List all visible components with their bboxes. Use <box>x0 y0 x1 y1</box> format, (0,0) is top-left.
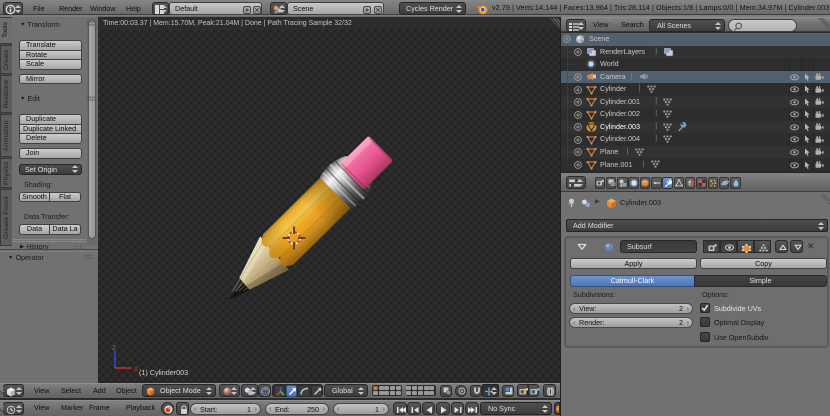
svg-text:z: z <box>112 344 116 352</box>
svg-text:x: x <box>134 364 138 373</box>
